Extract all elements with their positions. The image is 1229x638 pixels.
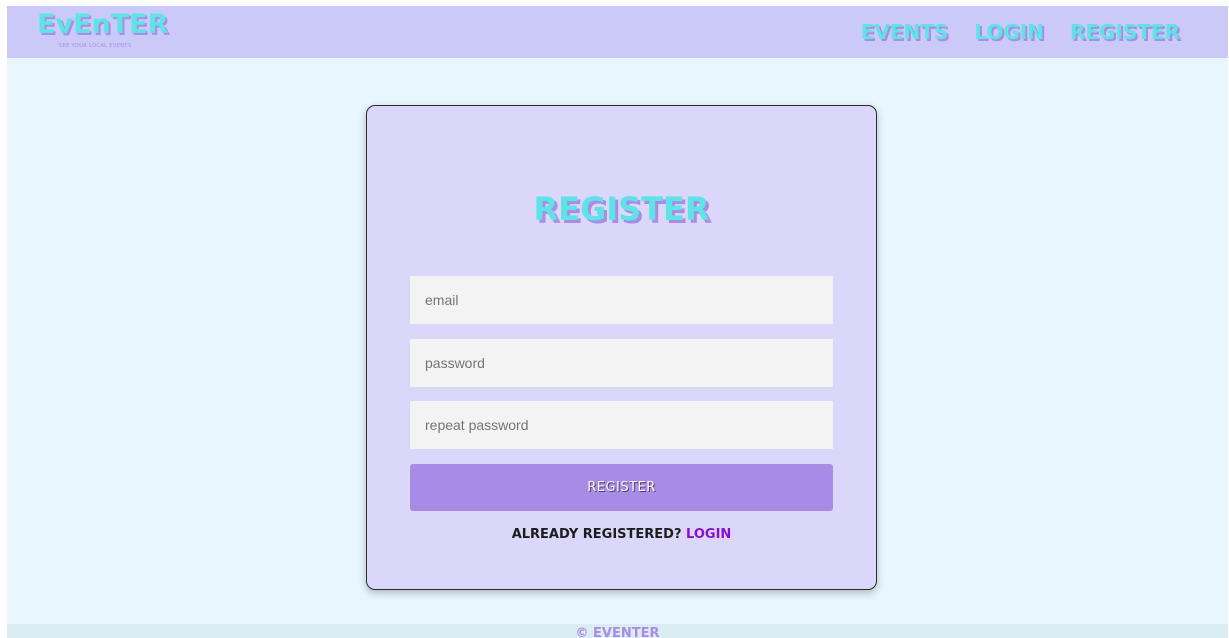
register-card: Register REGISTER Already registered? Lo… (366, 105, 877, 590)
already-registered: Already registered? Login (367, 527, 876, 542)
email-field[interactable] (410, 276, 833, 324)
login-link[interactable]: Login (686, 527, 731, 542)
footer-text: © Eventer (575, 626, 660, 638)
navbar: EvEnTER see your local events Events Log… (7, 6, 1228, 58)
already-registered-text: Already registered? (511, 527, 682, 542)
nav-links: Events Login Register (861, 20, 1180, 44)
nav-link-login[interactable]: Login (974, 20, 1044, 44)
logo-tagline: see your local events (59, 43, 132, 49)
footer: © Eventer (7, 624, 1228, 638)
page: EvEnTER see your local events Events Log… (7, 6, 1228, 638)
nav-link-events[interactable]: Events (861, 20, 949, 44)
repeat-password-field[interactable] (410, 401, 833, 449)
nav-link-register[interactable]: Register (1070, 20, 1180, 44)
password-field[interactable] (410, 339, 833, 387)
logo-text: EvEnTER (37, 9, 169, 40)
register-title: Register (533, 190, 710, 228)
logo[interactable]: EvEnTER see your local events (37, 9, 169, 54)
register-button[interactable]: REGISTER (410, 464, 833, 511)
